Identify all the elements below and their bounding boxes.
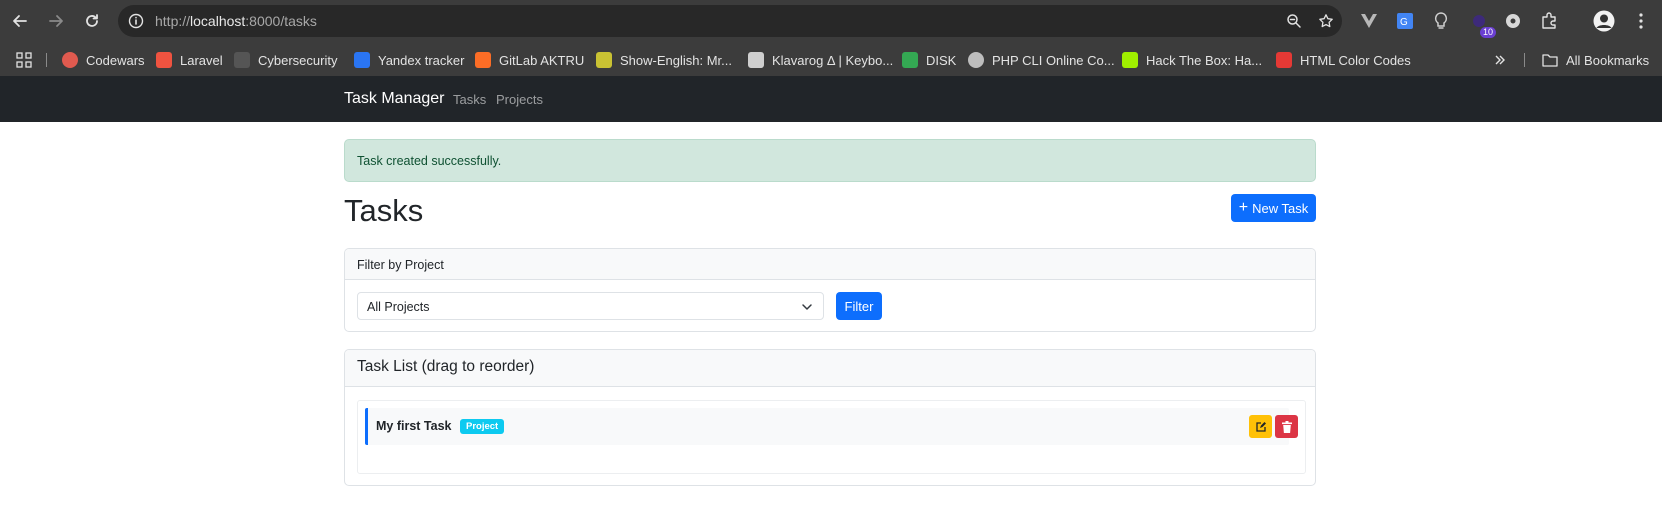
bookmark-label: Cybersecurity <box>258 52 338 68</box>
bookmarks-divider <box>46 53 47 67</box>
filter-card-header: Filter by Project <box>345 249 1315 280</box>
more-bookmarks-icon[interactable] <box>1494 51 1506 69</box>
bookmark-label: PHP CLI Online Co... <box>992 52 1115 68</box>
url-scheme: http:// <box>155 13 191 29</box>
bookmark-label: DISK <box>926 52 957 68</box>
menu-dots-icon[interactable] <box>1630 10 1652 32</box>
bookmark-label: Yandex tracker <box>378 52 465 68</box>
bookmark-php-cli[interactable]: PHP CLI Online Co... <box>968 51 1115 69</box>
extension-badge-count: 10 <box>1479 27 1496 38</box>
bookmark-label: Hack The Box: Ha... <box>1146 52 1263 68</box>
chevron-down-icon <box>802 304 812 310</box>
reload-icon <box>86 14 98 27</box>
arrow-right-icon <box>49 15 63 27</box>
page-title: Tasks <box>344 193 424 228</box>
google-drive-icon <box>902 52 918 68</box>
new-task-label: New Task <box>1252 200 1309 216</box>
bookmark-laravel[interactable]: Laravel <box>156 51 223 69</box>
all-bookmarks-label: All Bookmarks <box>1566 52 1650 68</box>
extension-badge-icon[interactable]: 10 <box>1468 10 1496 38</box>
folder-icon <box>1542 54 1558 67</box>
alert-message: Task created successfully. <box>357 154 502 168</box>
bookmark-yandex-tracker[interactable]: Yandex tracker <box>354 51 464 69</box>
address-bar[interactable]: http://localhost:8000/tasks <box>118 5 1342 37</box>
codewars-icon <box>62 52 78 68</box>
trash-icon <box>1281 420 1292 433</box>
bookmark-label: Laravel <box>180 52 223 68</box>
forward-button[interactable] <box>44 9 68 33</box>
bookmark-disk[interactable]: DISK <box>902 51 956 69</box>
puzzle-icon[interactable] <box>1538 10 1560 32</box>
url-text[interactable]: http://localhost:8000/tasks <box>155 13 317 29</box>
globe-icon <box>968 52 984 68</box>
all-bookmarks[interactable]: All Bookmarks <box>1542 51 1649 69</box>
apps-grid-icon[interactable] <box>16 51 32 69</box>
bookmark-hackthebox[interactable]: Hack The Box: Ha... <box>1122 51 1262 69</box>
task-title: My first Task <box>376 419 452 433</box>
bookmarks-bar: Codewars Laravel Cybersecurity Yandex tr… <box>0 42 1662 76</box>
bookmark-klavarog[interactable]: Klavarog Δ | Keybo... <box>748 51 893 69</box>
hackthebox-icon <box>1122 52 1138 68</box>
profile-avatar[interactable] <box>1592 9 1616 33</box>
laravel-icon <box>156 52 172 68</box>
site-info-icon[interactable] <box>128 13 144 29</box>
back-button[interactable] <box>8 9 32 33</box>
app-navbar: Task Manager Tasks Projects <box>0 76 1662 122</box>
star-icon[interactable] <box>1318 13 1334 29</box>
project-select[interactable]: All Projects <box>357 292 824 320</box>
bookmark-codewars[interactable]: Codewars <box>62 51 145 69</box>
edit-task-button[interactable] <box>1249 415 1272 438</box>
gitlab-icon <box>475 52 491 68</box>
project-badge: Project <box>460 419 505 434</box>
task-list-header: Task List (drag to reorder) <box>345 350 1315 387</box>
bookmarks-divider <box>1524 53 1525 67</box>
bookmark-label: Codewars <box>86 52 145 68</box>
html-color-codes-icon <box>1276 52 1292 68</box>
lightbulb-icon[interactable] <box>1430 10 1452 32</box>
edit-icon <box>1255 421 1266 432</box>
nav-link-tasks[interactable]: Tasks <box>453 92 486 107</box>
navbar-brand[interactable]: Task Manager <box>344 90 445 108</box>
cybersecurity-icon <box>234 52 250 68</box>
task-list: My first Task Project <box>357 400 1306 474</box>
url-host: localhost <box>190 13 246 29</box>
bookmark-cybersecurity[interactable]: Cybersecurity <box>234 51 337 69</box>
bookmark-show-english[interactable]: Show-English: Mr... <box>596 51 732 69</box>
task-list-title: Task List (drag to reorder) <box>357 358 535 375</box>
new-task-button[interactable]: + New Task <box>1231 194 1316 222</box>
bookmark-label: Klavarog Δ | Keybo... <box>772 52 894 68</box>
filter-card-title: Filter by Project <box>357 258 444 272</box>
plus-icon: + <box>1238 199 1249 216</box>
bookmark-html-color-codes[interactable]: HTML Color Codes <box>1276 51 1411 69</box>
filter-button-label: Filter <box>844 298 874 314</box>
tv-icon <box>596 52 612 68</box>
delete-task-button[interactable] <box>1275 415 1298 438</box>
vue-devtools-icon[interactable] <box>1358 10 1380 32</box>
bookmark-label: GitLab AKTRU <box>499 52 585 68</box>
google-translate-icon[interactable]: G <box>1394 10 1416 32</box>
arrow-left-icon <box>13 15 27 27</box>
filter-card: Filter by Project All Projects Filter <box>344 248 1316 332</box>
task-item[interactable]: My first Task Project <box>365 408 1298 445</box>
nav-link-projects[interactable]: Projects <box>496 92 543 107</box>
reload-button[interactable] <box>80 9 104 33</box>
url-path: :8000/tasks <box>245 13 317 29</box>
filter-button[interactable]: Filter <box>836 292 882 320</box>
yandex-tracker-icon <box>354 52 370 68</box>
keyboard-icon <box>748 52 764 68</box>
project-select-value: All Projects <box>367 300 430 314</box>
task-list-card: Task List (drag to reorder) My first Tas… <box>344 349 1316 486</box>
bookmark-gitlab[interactable]: GitLab AKTRU <box>475 51 584 69</box>
bookmark-label: HTML Color Codes <box>1300 52 1411 68</box>
zoom-icon[interactable] <box>1286 13 1302 29</box>
settings-wheel-icon[interactable] <box>1502 10 1524 32</box>
svg-text:G: G <box>1400 17 1408 28</box>
success-alert: Task created successfully. <box>344 139 1316 182</box>
bookmark-label: Show-English: Mr... <box>620 52 732 68</box>
browser-toolbar: http://localhost:8000/tasks G 10 <box>0 0 1662 42</box>
